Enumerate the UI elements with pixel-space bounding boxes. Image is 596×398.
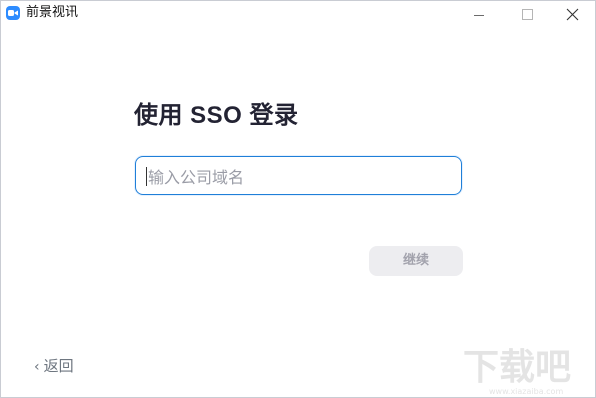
watermark-url: www.xiazaiba.com — [489, 387, 563, 396]
maximize-button[interactable] — [504, 1, 550, 29]
video-camera-icon — [6, 6, 20, 20]
company-domain-field[interactable] — [135, 156, 462, 195]
minimize-button[interactable] — [456, 1, 502, 29]
page-title: 使用 SSO 登录 — [134, 102, 299, 129]
window-title: 前景视讯 — [26, 5, 79, 20]
maximize-icon — [522, 9, 533, 20]
back-link[interactable]: ‹ 返回 — [34, 356, 74, 376]
minimize-icon — [474, 15, 484, 16]
close-icon — [566, 8, 579, 21]
watermark-text: 下载吧 — [463, 347, 571, 388]
company-domain-input[interactable] — [146, 164, 450, 190]
close-button[interactable] — [550, 1, 595, 29]
continue-button[interactable]: 继续 — [369, 246, 463, 276]
back-label: 返回 — [43, 357, 74, 375]
title-bar: 前景视讯 — [1, 1, 595, 29]
site-watermark: 下载吧 www.xiazaiba.com — [463, 347, 571, 396]
chevron-left-icon: ‹ — [34, 359, 40, 375]
sso-login-window: 前景视讯 使用 SSO 登录 继续 ‹返回 下载吧 www.xiazaiba.c… — [0, 0, 596, 398]
